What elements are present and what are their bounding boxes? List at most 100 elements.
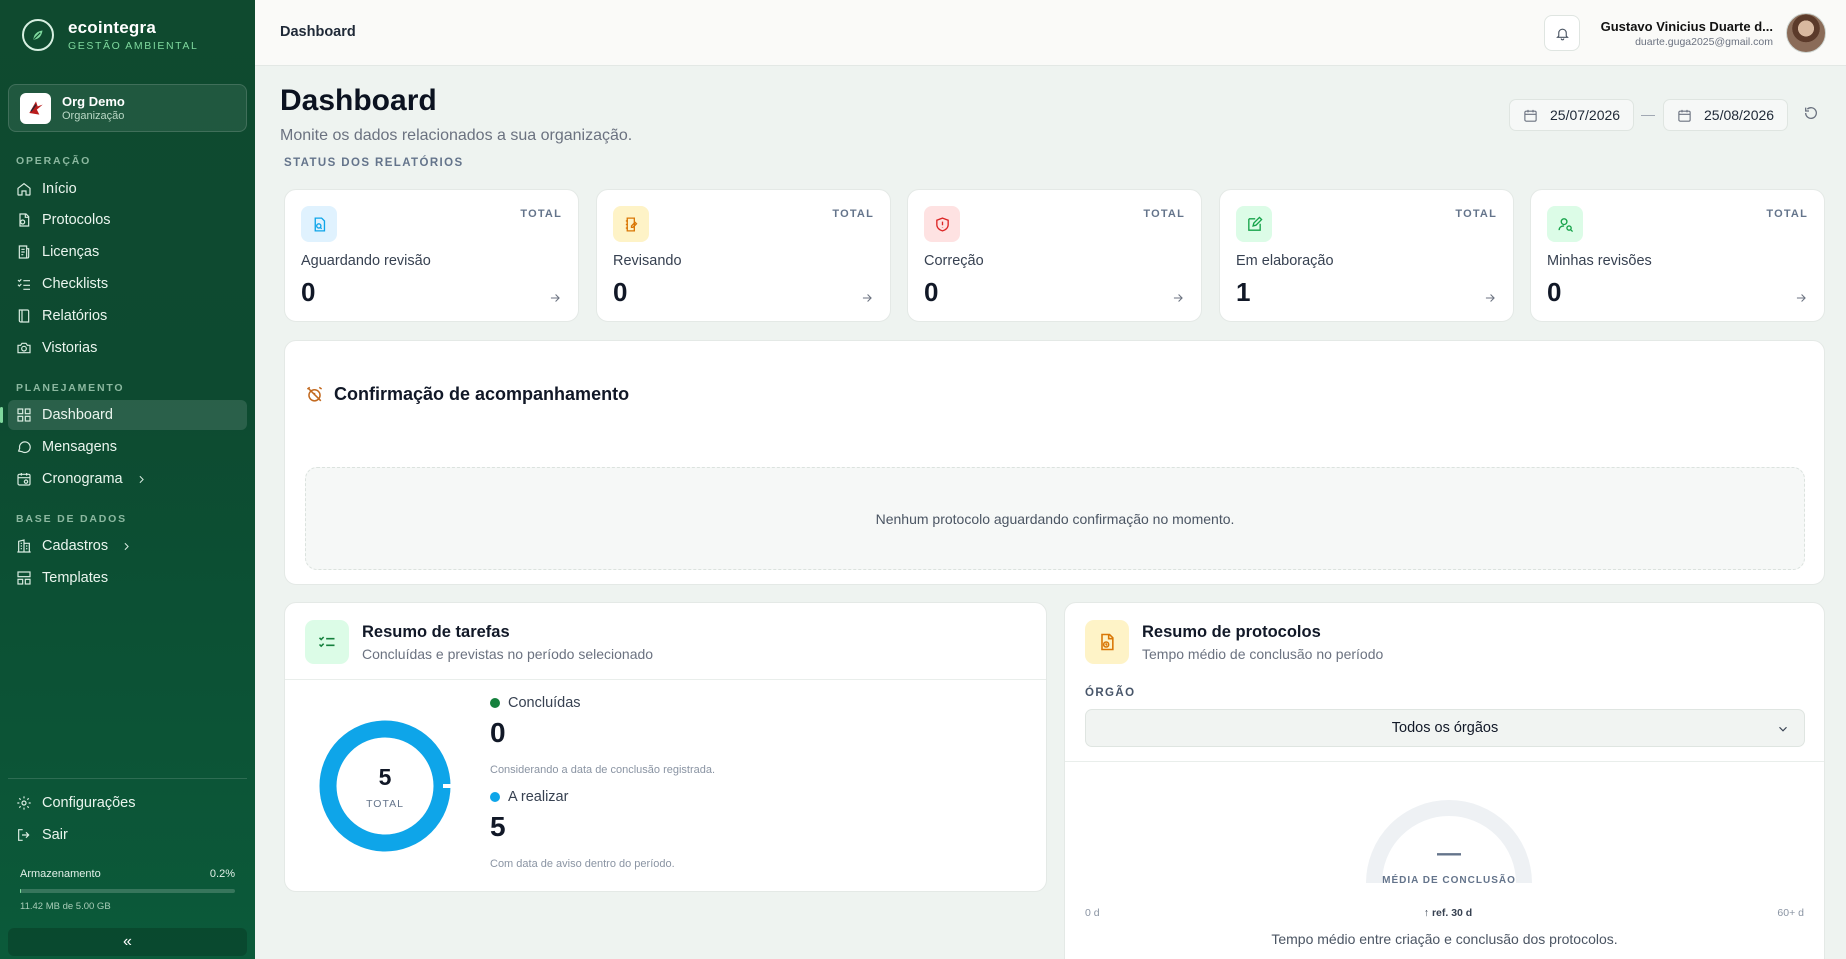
collapse-sidebar-button[interactable]: « xyxy=(8,928,247,956)
reset-dates-button[interactable] xyxy=(1803,105,1823,125)
stat-total-label: TOTAL xyxy=(1143,208,1185,220)
org-name: Org Demo xyxy=(62,94,125,109)
page-title: Dashboard xyxy=(280,84,437,117)
org-logo-icon xyxy=(20,92,51,124)
notifications-button[interactable] xyxy=(1544,15,1580,51)
stat-card-minhas-revisoes[interactable]: TOTAL Minhas revisões 0 xyxy=(1530,189,1825,322)
message-icon xyxy=(17,441,31,454)
sidebar-item-checklists[interactable]: Checklists xyxy=(8,269,247,299)
panel-title: Resumo de tarefas xyxy=(362,622,510,641)
calendar-icon xyxy=(1524,109,1537,122)
org-switcher[interactable]: Org Demo Organização xyxy=(8,84,247,132)
gauge-caption: MÉDIA DE CONCLUSÃO xyxy=(1382,875,1516,886)
arrow-right-icon xyxy=(860,291,874,305)
file-search-icon xyxy=(314,216,325,232)
sidebar-item-label: Templates xyxy=(42,570,109,586)
date-end-value: 25/08/2026 xyxy=(1704,107,1775,123)
legend-dot-a-realizar xyxy=(490,792,500,802)
sidebar-item-configuracoes[interactable]: Configurações xyxy=(8,788,247,818)
sidebar-item-label: Configurações xyxy=(42,795,136,811)
top-header: Dashboard Gustavo Vinicius Duarte d... d… xyxy=(255,0,1846,66)
legend-concluidas: Concluídas xyxy=(490,695,581,711)
sidebar-item-licencas[interactable]: Licenças xyxy=(8,237,247,267)
stat-icon-bg xyxy=(1547,206,1583,242)
section-title-operacao: OPERAÇÃO xyxy=(16,155,92,167)
legend-a-realizar: A realizar xyxy=(490,789,568,805)
legend-label: Concluídas xyxy=(508,695,581,711)
license-icon xyxy=(18,245,30,259)
sidebar-item-protocolos[interactable]: Protocolos xyxy=(8,205,247,235)
chevron-right-icon xyxy=(139,475,144,483)
date-start-picker[interactable]: 25/07/2026 xyxy=(1509,99,1635,131)
done-note: Considerando a data de conclusão registr… xyxy=(490,764,716,776)
stat-icon-bg xyxy=(301,206,337,242)
stat-value: 1 xyxy=(1236,277,1251,307)
confirmation-panel: Confirmação de acompanhamento Nenhum pro… xyxy=(284,340,1825,585)
storage-used: 11.42 MB de 5.00 GB xyxy=(20,901,111,912)
calendar-icon xyxy=(1678,109,1691,122)
sidebar-item-label: Licenças xyxy=(42,244,100,260)
alarm-off-icon xyxy=(306,386,323,402)
panel-subtitle: Concluídas e previstas no período seleci… xyxy=(362,645,654,662)
calendar-icon xyxy=(17,473,31,486)
divider xyxy=(285,679,1046,680)
todo-value: 5 xyxy=(490,811,506,842)
stat-total-label: TOTAL xyxy=(1766,208,1808,220)
sidebar-item-label: Início xyxy=(42,181,77,197)
dashboard-icon xyxy=(17,408,31,422)
section-title-base-de-dados: BASE DE DADOS xyxy=(16,513,127,525)
sidebar-item-inicio[interactable]: Início xyxy=(8,174,247,204)
storage-percent: 0.2% xyxy=(209,868,235,880)
sidebar-item-mensagens[interactable]: Mensagens xyxy=(8,432,247,462)
user-name[interactable]: Gustavo Vinicius Duarte d... xyxy=(1601,19,1773,34)
todo-note: Com data de aviso dentro do período. xyxy=(490,858,675,870)
stat-total-label: TOTAL xyxy=(1455,208,1497,220)
sidebar-item-label: Protocolos xyxy=(42,212,111,228)
user-search-icon xyxy=(1557,217,1573,232)
sidebar-item-label: Relatórios xyxy=(42,308,108,324)
storage-bar xyxy=(20,889,235,893)
avatar[interactable] xyxy=(1786,13,1826,53)
sidebar-item-relatorios[interactable]: Relatórios xyxy=(8,301,247,331)
file-clock-icon xyxy=(1085,620,1129,664)
sidebar-item-cadastros[interactable]: Cadastros xyxy=(8,531,247,561)
arrow-right-icon xyxy=(1483,291,1497,305)
sidebar-item-vistorias[interactable]: Vistorias xyxy=(8,333,247,363)
stat-card-em-elaboracao[interactable]: TOTAL Em elaboração 1 xyxy=(1219,189,1514,322)
sidebar-item-cronograma[interactable]: Cronograma xyxy=(8,464,247,494)
date-separator: — xyxy=(1641,106,1655,122)
sidebar-divider xyxy=(8,778,247,779)
sidebar-item-dashboard[interactable]: Dashboard xyxy=(0,400,247,430)
chevron-down-icon xyxy=(1779,726,1787,732)
orgao-select[interactable]: Todos os órgãos xyxy=(1085,709,1805,747)
tasks-summary-panel: Resumo de tarefas Concluídas e previstas… xyxy=(284,602,1047,892)
edit-icon xyxy=(1247,215,1263,231)
refresh-icon xyxy=(1805,107,1817,119)
stat-label: Em elaboração xyxy=(1236,253,1334,269)
panel-subtitle: Tempo médio de conclusão no período xyxy=(1142,645,1384,662)
org-type: Organização xyxy=(62,110,125,122)
brand[interactable]: ecointegra GESTÃO AMBIENTAL xyxy=(22,18,198,52)
logout-icon xyxy=(18,829,30,841)
orgao-label: ÓRGÃO xyxy=(1085,687,1136,699)
date-end-picker[interactable]: 25/08/2026 xyxy=(1663,99,1789,131)
building-icon xyxy=(17,539,31,553)
stat-card-correcao[interactable]: TOTAL Correção 0 xyxy=(907,189,1202,322)
storage-bar-fill xyxy=(20,889,22,893)
sidebar-item-templates[interactable]: Templates xyxy=(8,563,247,593)
sidebar-item-label: Cronograma xyxy=(42,471,123,487)
confirmation-title-text: Confirmação de acompanhamento xyxy=(334,384,630,404)
sidebar-item-label: Vistorias xyxy=(42,340,98,356)
confirmation-title: Confirmação de acompanhamento xyxy=(305,384,629,405)
date-start-value: 25/07/2026 xyxy=(1550,107,1621,123)
stat-card-aguardando-revisao[interactable]: TOTAL Aguardando revisão 0 xyxy=(284,189,579,322)
stat-label: Correção xyxy=(924,253,984,269)
gear-icon xyxy=(17,796,31,810)
sidebar-item-sair[interactable]: Sair xyxy=(8,820,247,850)
scale-reference: ↑ ref. 30 d xyxy=(1423,907,1473,919)
section-title-planejamento: PLANEJAMENTO xyxy=(16,382,125,394)
stat-card-revisando[interactable]: TOTAL Revisando 0 xyxy=(596,189,891,322)
stat-value: 0 xyxy=(301,277,316,307)
home-icon xyxy=(17,182,31,196)
protocols-summary-panel: Resumo de protocolos Tempo médio de conc… xyxy=(1064,602,1825,959)
